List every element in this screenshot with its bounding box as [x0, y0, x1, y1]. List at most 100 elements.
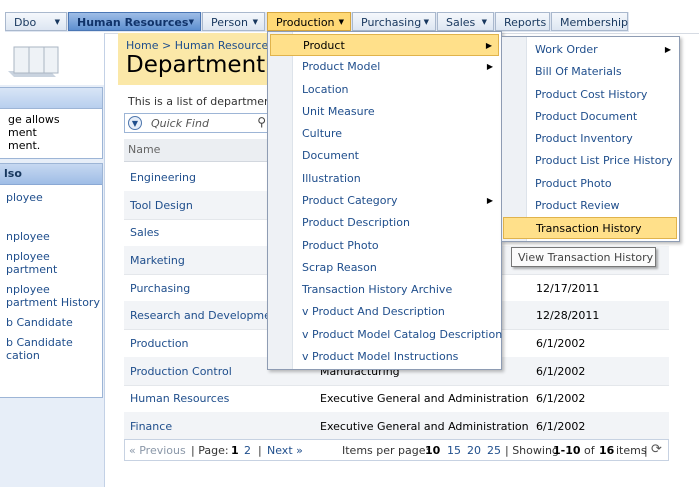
menu-item-product-model[interactable]: Product Model ▶: [302, 56, 499, 78]
menu-gutter: [268, 32, 293, 369]
breadcrumb-home[interactable]: Home: [126, 39, 158, 52]
menu-item-unit-measure[interactable]: Unit Measure: [302, 101, 499, 123]
menu-item-document[interactable]: Document: [302, 145, 499, 167]
menu-item-label: v Product Model Catalog Description: [302, 328, 503, 341]
page-size-15[interactable]: 15: [447, 444, 461, 457]
cell-name[interactable]: Research and Development: [130, 309, 282, 322]
column-header-name[interactable]: Name: [128, 143, 160, 156]
chevron-down-icon: ▼: [423, 18, 429, 26]
menu-item-v-product-model-instructions[interactable]: v Product Model Instructions: [302, 346, 499, 368]
menu-item-scrap-reason[interactable]: Scrap Reason: [302, 257, 499, 279]
menu-item-v-product-and-description[interactable]: v Product And Description: [302, 301, 499, 323]
menu-person[interactable]: Person ▼: [202, 12, 265, 31]
pager-separator: |: [258, 444, 262, 457]
menu-item-location[interactable]: Location: [302, 79, 499, 101]
menu-label: Person: [211, 16, 248, 29]
menu-membership[interactable]: Membership: [551, 12, 628, 31]
search-input[interactable]: Quick Find: [151, 117, 209, 130]
page-size-25[interactable]: 25: [487, 444, 501, 457]
page-1-button[interactable]: 1: [231, 444, 239, 457]
menu-item-label: Product Document: [535, 110, 638, 123]
menu-item-label: Product Cost History: [535, 88, 648, 101]
see-also-link[interactable]: nployee: [6, 230, 102, 243]
menu-human-resources[interactable]: Human Resources ▼: [68, 12, 201, 31]
table-row[interactable]: Human Resources Executive General and Adm…: [124, 384, 669, 413]
refresh-icon[interactable]: ⟳: [651, 442, 662, 457]
pager-bar: « Previous | Page: 1 2 | Next » Items pe…: [124, 439, 669, 461]
menu-item-culture[interactable]: Culture: [302, 123, 499, 145]
about-header: [0, 88, 102, 109]
menu-purchasing[interactable]: Purchasing ▼: [352, 12, 436, 31]
see-also-header: lso: [0, 164, 102, 185]
menu-item-work-order[interactable]: Work Order ▶: [535, 39, 677, 61]
about-line: ge allows: [8, 113, 60, 126]
menu-item-product-inventory[interactable]: Product Inventory: [535, 128, 677, 150]
cell-name[interactable]: Tool Design: [130, 199, 193, 212]
cell-group: Executive General and Administration: [320, 392, 529, 405]
menu-reports[interactable]: Reports: [495, 12, 550, 31]
cell-name[interactable]: Production Control: [130, 365, 232, 378]
cell-name[interactable]: Purchasing: [130, 282, 190, 295]
menu-item-product-list-price-history[interactable]: Product List Price History: [535, 150, 677, 172]
search-icon[interactable]: ⚲: [257, 115, 266, 129]
menu-item-label: Product Inventory: [535, 132, 633, 145]
menu-item-transaction-history-archive[interactable]: Transaction History Archive: [302, 279, 499, 301]
page-title: Department: [126, 52, 266, 78]
see-also-link[interactable]: ployee: [6, 191, 102, 204]
menu-item-label: Culture: [302, 127, 343, 140]
menu-item-bill-of-materials[interactable]: Bill Of Materials: [535, 61, 677, 83]
see-also-link[interactable]: b Candidate: [6, 336, 102, 349]
actions-toggle-icon[interactable]: ▼: [128, 116, 142, 130]
cell-name[interactable]: Human Resources: [130, 392, 229, 405]
cell-name[interactable]: Sales: [130, 226, 159, 239]
see-also-link[interactable]: b Candidate: [6, 316, 102, 329]
cell-name[interactable]: Marketing: [130, 254, 185, 267]
menu-production[interactable]: Production ▼: [267, 12, 351, 31]
menu-sales[interactable]: Sales ▼: [437, 12, 494, 31]
cell-date: 6/1/2002: [536, 420, 586, 433]
see-also-link[interactable]: partment History: [6, 296, 102, 309]
cell-name[interactable]: Finance: [130, 420, 172, 433]
next-page-button[interactable]: Next »: [267, 444, 303, 457]
menu-item-product-category[interactable]: Product Category ▶: [302, 190, 499, 212]
menu-item-product-description[interactable]: Product Description: [302, 212, 499, 234]
menu-item-label: Product Model: [302, 60, 381, 73]
menu-item-label: Location: [302, 83, 349, 96]
table-row[interactable]: Finance Executive General and Administrat…: [124, 412, 669, 441]
menu-label: Sales: [446, 16, 476, 29]
menu-dbo[interactable]: Dbo ▼: [5, 12, 67, 31]
menu-item-product-review[interactable]: Product Review: [535, 195, 677, 217]
menu-item-product-photo[interactable]: Product Photo: [535, 173, 677, 195]
showing-total: 16: [599, 444, 615, 457]
menu-item-label: Transaction History: [536, 222, 642, 235]
showing-label: | Showing: [505, 444, 559, 457]
see-also-link[interactable]: nployee: [6, 283, 102, 296]
menu-item-illustration[interactable]: Illustration: [302, 168, 499, 190]
menu-item-product[interactable]: Product ▶: [270, 34, 499, 56]
pager-separator: |: [644, 444, 648, 457]
menu-item-v-product-model-catalog-description[interactable]: v Product Model Catalog Description: [302, 324, 503, 346]
logo-icon: [0, 41, 104, 85]
page-2-button[interactable]: 2: [244, 444, 251, 457]
cell-date: 6/1/2002: [536, 365, 586, 378]
cell-name[interactable]: Engineering: [130, 171, 196, 184]
cell-date: 12/28/2011: [536, 309, 600, 322]
see-also-link[interactable]: partment: [6, 263, 102, 276]
breadcrumb-section[interactable]: Human Resources: [175, 39, 274, 52]
see-also-links: ployee nployee nployee partment nployee …: [0, 185, 102, 362]
breadcrumb-separator: >: [161, 39, 172, 52]
previous-page-button[interactable]: « Previous: [129, 444, 186, 457]
about-text: ge allows ment ment.: [0, 109, 102, 152]
cell-name[interactable]: Production: [130, 337, 189, 350]
menu-item-product-document[interactable]: Product Document: [535, 106, 677, 128]
menu-item-label: v Product Model Instructions: [302, 350, 459, 363]
product-submenu: Work Order ▶ Bill Of Materials Product Co…: [501, 36, 680, 242]
menu-item-transaction-history[interactable]: Transaction History: [503, 217, 677, 239]
menu-item-product-photo[interactable]: Product Photo: [302, 235, 499, 257]
page-size-10[interactable]: 10: [425, 444, 440, 457]
see-also-link[interactable]: cation: [6, 349, 102, 362]
see-also-link[interactable]: nployee: [6, 250, 102, 263]
cell-date: 6/1/2002: [536, 392, 586, 405]
menu-item-product-cost-history[interactable]: Product Cost History: [535, 84, 677, 106]
page-size-20[interactable]: 20: [467, 444, 481, 457]
